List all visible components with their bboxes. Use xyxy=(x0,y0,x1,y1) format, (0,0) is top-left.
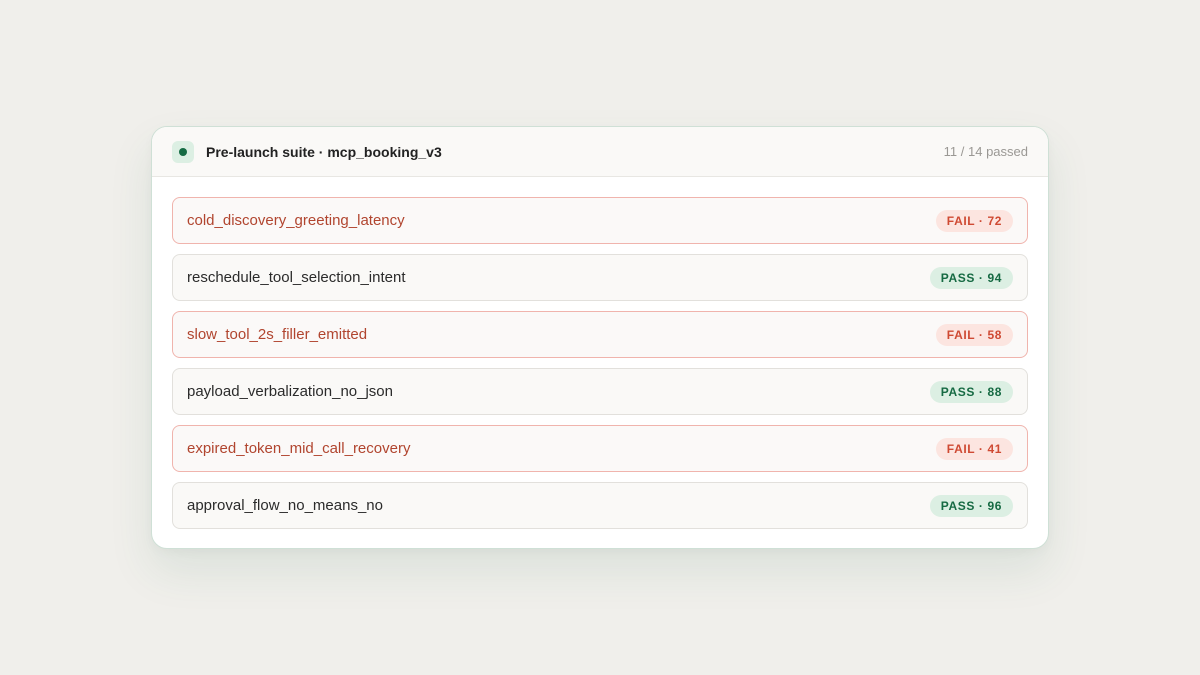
status-dot xyxy=(179,147,187,156)
pass-summary: 11 / 14 passed xyxy=(943,144,1028,159)
result-badge: PASS · 94 xyxy=(929,266,1013,289)
suite-title: Pre-launch suite · mcp_booking_v3 xyxy=(206,143,442,160)
test-name: slow_tool_2s_filler_emitted xyxy=(187,326,368,343)
suite-header: Pre-launch suite · mcp_booking_v3 11 / 1… xyxy=(152,127,1048,177)
test-row[interactable]: reschedule_tool_selection_intent PASS · … xyxy=(172,254,1028,301)
test-row[interactable]: expired_token_mid_call_recovery FAIL · 4… xyxy=(172,425,1028,472)
test-name: reschedule_tool_selection_intent xyxy=(187,269,406,286)
page-background: Pre-launch suite · mcp_booking_v3 11 / 1… xyxy=(0,0,1200,675)
test-name: expired_token_mid_call_recovery xyxy=(187,440,411,457)
result-badge: FAIL · 58 xyxy=(935,323,1013,346)
test-row[interactable]: payload_verbalization_no_json PASS · 88 xyxy=(172,368,1028,415)
test-row[interactable]: cold_discovery_greeting_latency FAIL · 7… xyxy=(172,197,1028,244)
result-badge: FAIL · 41 xyxy=(935,437,1013,460)
test-row[interactable]: approval_flow_no_means_no PASS · 96 xyxy=(172,482,1028,529)
test-row[interactable]: slow_tool_2s_filler_emitted FAIL · 58 xyxy=(172,311,1028,358)
test-name: payload_verbalization_no_json xyxy=(187,383,393,400)
result-badge: FAIL · 72 xyxy=(935,209,1013,232)
result-badge: PASS · 88 xyxy=(929,380,1013,403)
test-name: cold_discovery_greeting_latency xyxy=(187,212,405,229)
test-name: approval_flow_no_means_no xyxy=(187,497,383,514)
test-suite-card: Pre-launch suite · mcp_booking_v3 11 / 1… xyxy=(151,126,1049,549)
test-list: cold_discovery_greeting_latency FAIL · 7… xyxy=(152,177,1048,529)
status-dot-icon xyxy=(172,140,194,163)
result-badge: PASS · 96 xyxy=(929,494,1013,517)
